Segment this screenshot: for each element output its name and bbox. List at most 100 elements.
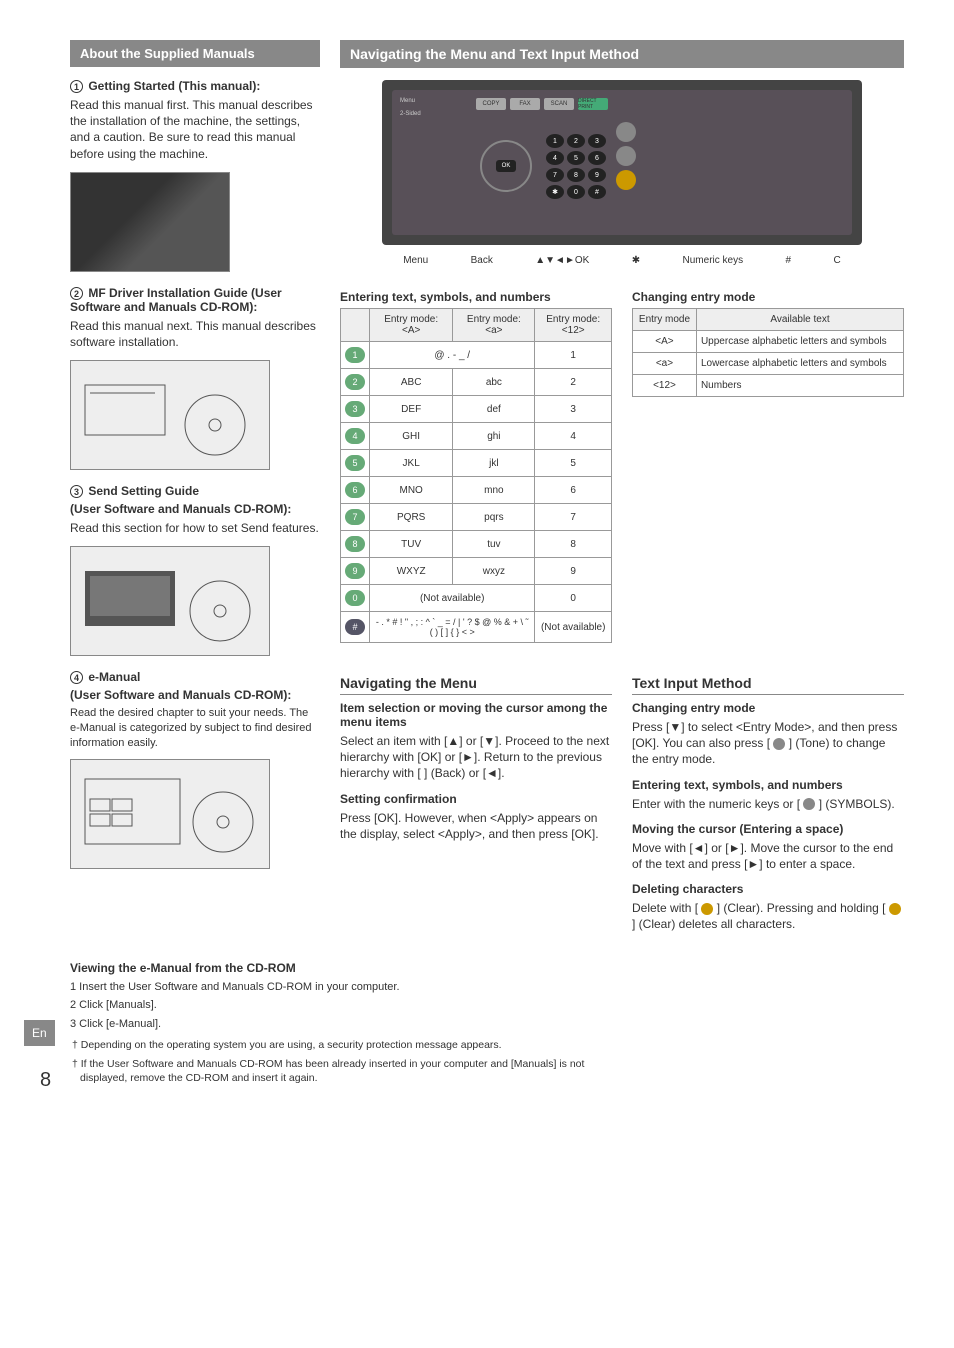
td: <12> [633, 375, 697, 397]
entry-table-block: Entering text, symbols, and numbers Entr… [340, 284, 612, 657]
tone-icon [773, 738, 785, 750]
th-a: Entry mode: <a> [453, 309, 535, 342]
td: def [453, 396, 535, 423]
changing-mode-heading: Changing entry mode [632, 290, 904, 304]
panel-label: # [786, 255, 792, 266]
text-input-heading: Text Input Method [632, 675, 904, 695]
key-5-icon: 5 [345, 455, 365, 471]
clear-icon [889, 903, 901, 915]
th-12: Entry mode: <12> [535, 309, 612, 342]
manual1-body: Read this manual first. This manual desc… [70, 97, 320, 162]
td: <A> [633, 331, 697, 353]
t-enter-heading: Entering text, symbols, and numbers [632, 778, 904, 792]
language-tab: En [24, 1020, 55, 1046]
td: (Not available) [370, 585, 535, 612]
footnote-2: † If the User Software and Manuals CD-RO… [70, 1057, 630, 1086]
item-select-body: Select an item with [▲] or [▼]. Proceed … [340, 733, 612, 782]
manual4-body: Read the desired chapter to suit your ne… [70, 706, 320, 751]
t-move-body: Move with [◄] or [►]. Move the cursor to… [632, 840, 904, 872]
td: pqrs [453, 504, 535, 531]
step: 2 Click [Manuals]. [70, 997, 630, 1014]
td: ghi [453, 423, 535, 450]
td: tuv [453, 531, 535, 558]
manual1-title: 1 Getting Started (This manual): [70, 79, 320, 93]
manual1-illustration [70, 172, 230, 272]
td: Numbers [696, 375, 903, 397]
manual3-subtitle: (User Software and Manuals CD-ROM): [70, 502, 320, 516]
td: 3 [535, 396, 612, 423]
th-blank [341, 309, 370, 342]
nav-menu-block: Navigating the Menu Item selection or mo… [340, 667, 612, 943]
key-7-icon: 7 [345, 509, 365, 525]
control-panel-illustration: Menu 2-Sided COPYFAXSCANDIRECT PRINT OK … [382, 80, 862, 245]
manual2-illustration [70, 360, 270, 470]
t-enter-body: Enter with the numeric keys or [ ] (SYMB… [632, 796, 904, 812]
td: - . * # ! " , ; : ^ ` _ = / | ' ? $ @ % … [370, 612, 535, 643]
td: abc [453, 369, 535, 396]
right-banner: Navigating the Menu and Text Input Metho… [340, 40, 904, 68]
entry-mode-table: Entry mode: <A> Entry mode: <a> Entry mo… [340, 308, 612, 643]
setting-confirm-body: Press [OK]. However, when <Apply> appear… [340, 810, 612, 842]
manual3-body: Read this section for how to set Send fe… [70, 520, 320, 536]
clear-icon [701, 903, 713, 915]
td: 5 [535, 450, 612, 477]
main-columns: About the Supplied Manuals 1 Getting Sta… [70, 40, 904, 943]
td: PQRS [370, 504, 453, 531]
td: jkl [453, 450, 535, 477]
td: JKL [370, 450, 453, 477]
key-4-icon: 4 [345, 428, 365, 444]
item-select-text: Select an item with [▲] or [▼]. Proceed … [340, 734, 609, 780]
key-hash-icon: # [345, 619, 365, 635]
t-change-heading: Changing entry mode [632, 701, 904, 715]
key-9-icon: 9 [345, 563, 365, 579]
entering-heading: Entering text, symbols, and numbers [340, 290, 612, 304]
manual2-body: Read this manual next. This manual descr… [70, 318, 320, 350]
left-column: About the Supplied Manuals 1 Getting Sta… [70, 40, 320, 943]
th-A: Entry mode: <A> [370, 309, 453, 342]
td: 4 [535, 423, 612, 450]
th: Available text [696, 309, 903, 331]
manual3-title-text: Send Setting Guide [88, 484, 199, 498]
td: TUV [370, 531, 453, 558]
step: 3 Click [e-Manual]. [70, 1016, 630, 1033]
key-2-icon: 2 [345, 374, 365, 390]
td: 1 [535, 342, 612, 369]
key-8-icon: 8 [345, 536, 365, 552]
footnote-1: † Depending on the operating system you … [70, 1038, 630, 1053]
manual1-title-text: Getting Started (This manual): [88, 79, 260, 93]
setting-confirm-heading: Setting confirmation [340, 792, 612, 806]
td: ABC [370, 369, 453, 396]
td: Uppercase alphabetic letters and symbols [696, 331, 903, 353]
t-del-body: Delete with [ ] (Clear). Pressing and ho… [632, 900, 904, 932]
td: 8 [535, 531, 612, 558]
right-column: Navigating the Menu and Text Input Metho… [340, 40, 904, 943]
page-number: 8 [40, 1069, 51, 1092]
td: GHI [370, 423, 453, 450]
manual2-title-text: MF Driver Installation Guide (User Softw… [70, 286, 282, 314]
panel-label: Back [471, 255, 493, 266]
mode-table-block: Changing entry mode Entry modeAvailable … [632, 284, 904, 657]
td: 6 [535, 477, 612, 504]
panel-label: Menu [403, 255, 428, 266]
key-3-icon: 3 [345, 401, 365, 417]
t-change-body: Press [▼] to select <Entry Mode>, and th… [632, 719, 904, 768]
nav-menu-heading: Navigating the Menu [340, 675, 612, 695]
step: 1 Insert the User Software and Manuals C… [70, 979, 630, 996]
mode-table: Entry modeAvailable text <A>Uppercase al… [632, 308, 904, 397]
td: DEF [370, 396, 453, 423]
td: @ . - _ / [370, 342, 535, 369]
view-emanual-steps: 1 Insert the User Software and Manuals C… [70, 979, 630, 1033]
cdrom-icon [75, 764, 265, 864]
manual4-title-text: e-Manual [88, 670, 140, 684]
td: 9 [535, 558, 612, 585]
td: (Not available) [535, 612, 612, 643]
bottom-section: Viewing the e-Manual from the CD-ROM 1 I… [70, 961, 630, 1087]
td: WXYZ [370, 558, 453, 585]
t-move-heading: Moving the cursor (Entering a space) [632, 822, 904, 836]
panel-label: C [833, 255, 840, 266]
cdrom-icon [75, 551, 265, 651]
item-select-heading: Item selection or moving the cursor amon… [340, 701, 612, 729]
text-input-block: Text Input Method Changing entry mode Pr… [632, 667, 904, 943]
panel-label: ▲▼◄►OK [535, 255, 589, 266]
key-0-icon: 0 [345, 590, 365, 606]
